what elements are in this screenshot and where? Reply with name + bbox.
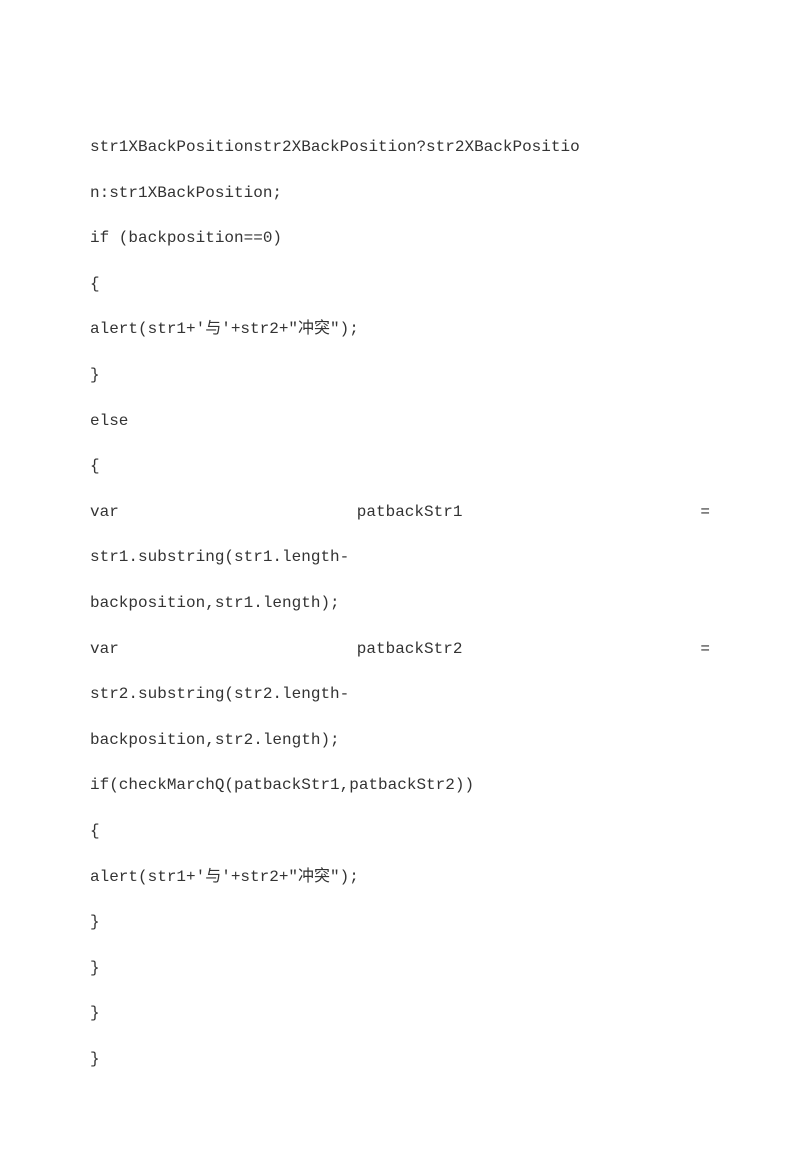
code-line: } [90,353,710,399]
code-line: backposition,str1.length); [90,581,710,627]
code-line: str1.substring(str1.length- [90,535,710,581]
code-token: = [700,490,710,536]
code-token: = [700,627,710,673]
code-line: str1XBackPositionstr2XBackPosition?str2X… [90,125,710,171]
code-line: alert(str1+'与'+str2+"冲突"); [90,307,710,353]
code-token: patbackStr2 [357,627,463,673]
code-line: } [90,900,710,946]
code-line: alert(str1+'与'+str2+"冲突"); [90,855,710,901]
document-page: str1XBackPositionstr2XBackPosition?str2X… [0,0,800,1162]
code-token: var [90,627,119,673]
code-line: { [90,262,710,308]
code-line: { [90,444,710,490]
code-line: var patbackStr1 = [90,490,710,536]
code-token: patbackStr1 [357,490,463,536]
code-line: { [90,809,710,855]
code-line: var patbackStr2 = [90,627,710,673]
code-line: backposition,str2.length); [90,718,710,764]
code-line: n:str1XBackPosition; [90,171,710,217]
code-token: var [90,490,119,536]
code-line: } [90,946,710,992]
code-line: else [90,399,710,445]
code-line: str2.substring(str2.length- [90,672,710,718]
code-line: } [90,1037,710,1083]
code-line: if (backposition==0) [90,216,710,262]
code-line: } [90,991,710,1037]
code-line: if(checkMarchQ(patbackStr1,patbackStr2)) [90,763,710,809]
